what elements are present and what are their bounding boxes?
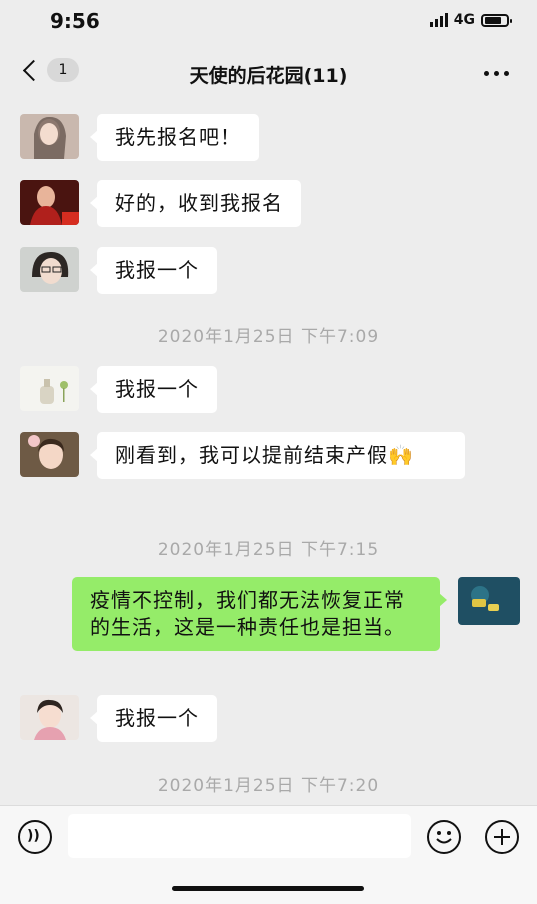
timestamp: 2020年1月25日 下午7:20 (157, 776, 380, 796)
more-dot-icon (484, 71, 489, 76)
status-icons: 4G (429, 12, 512, 28)
more-dot-icon (494, 71, 499, 76)
avatar[interactable] (20, 695, 79, 740)
home-indicator[interactable] (172, 886, 364, 891)
message-bubble[interactable]: 好的，收到我报名 (90, 180, 301, 227)
signal-icon (429, 13, 448, 27)
plus-icon[interactable] (485, 820, 519, 854)
message-row: 疫情不控制，我们都无法恢复正常的生活，这是一种责任也是担当。 (72, 577, 520, 651)
battery-icon (481, 13, 512, 27)
timestamp: 2020年1月25日 下午7:15 (157, 540, 380, 560)
message-row: 好的，收到我报名 (20, 180, 301, 227)
message-row: 刚看到，我可以提前结束产假🙌 (20, 432, 465, 479)
message-row: 我先报名吧！ (20, 114, 259, 161)
avatar[interactable] (20, 180, 79, 225)
avatar[interactable] (458, 577, 520, 625)
voice-icon[interactable]: )) (18, 820, 52, 854)
more-dot-icon (504, 71, 509, 76)
network-type: 4G (453, 12, 475, 28)
message-bubble[interactable]: 我报一个 (90, 695, 217, 742)
message-bubble[interactable]: 刚看到，我可以提前结束产假🙌 (90, 432, 465, 479)
message-input[interactable] (68, 814, 411, 858)
message-row: 我报一个 (20, 366, 217, 413)
status-time: 9:56 (50, 9, 100, 33)
chat-title: 天使的后花园(11) (189, 65, 348, 87)
avatar[interactable] (20, 366, 79, 411)
avatar[interactable] (20, 114, 79, 159)
message-bubble[interactable]: 我报一个 (90, 366, 217, 413)
message-bubble[interactable]: 我先报名吧！ (90, 114, 259, 161)
chat-header: 1 天使的后花园(11) (0, 44, 537, 100)
more-button[interactable] (484, 71, 509, 76)
message-row: 我报一个 (20, 695, 217, 742)
timestamp: 2020年1月25日 下午7:09 (157, 327, 380, 347)
message-bubble[interactable]: 我报一个 (90, 247, 217, 294)
avatar[interactable] (20, 247, 79, 292)
message-row: 我报一个 (20, 247, 217, 294)
status-bar: 9:56 4G (0, 0, 537, 44)
emoji-icon[interactable] (427, 820, 461, 854)
avatar[interactable] (20, 432, 79, 477)
message-bubble[interactable]: 疫情不控制，我们都无法恢复正常的生活，这是一种责任也是担当。 (72, 577, 447, 651)
